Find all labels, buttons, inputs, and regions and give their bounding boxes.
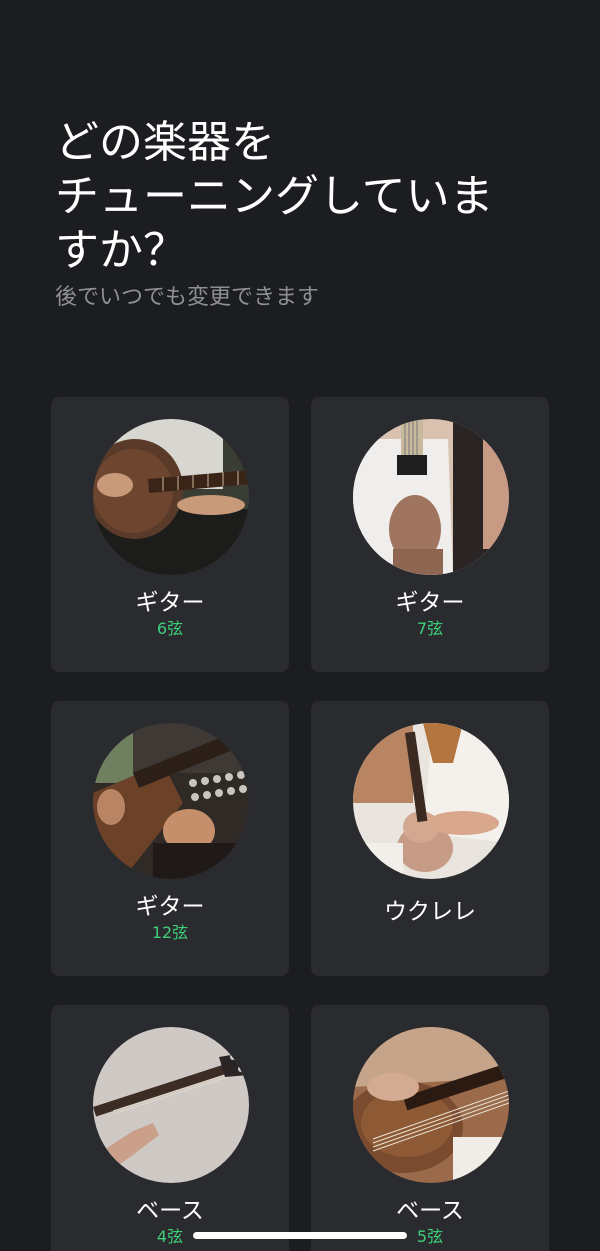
home-indicator[interactable]	[193, 1232, 407, 1239]
instrument-card-guitar-12[interactable]: ギター 12弦	[51, 701, 289, 976]
four-string-bass-photo	[93, 1027, 249, 1183]
instrument-card-bass-4[interactable]: ベース 4弦	[51, 1005, 289, 1251]
instrument-strings: 6弦	[156, 619, 184, 638]
instrument-card-guitar-7[interactable]: ギター 7弦	[311, 397, 549, 672]
instrument-card-bass-5[interactable]: ベース 5弦	[311, 1005, 549, 1251]
acoustic-guitar-photo	[93, 419, 249, 575]
instrument-name: ギター	[135, 894, 205, 920]
instrument-card-ukulele[interactable]: ウクレレ	[311, 701, 549, 976]
instrument-name: ギター	[135, 590, 205, 616]
twelve-string-guitar-photo	[93, 723, 249, 879]
white-electric-guitar-photo	[353, 419, 509, 575]
page-title: どの楽器を チューニングしていま すか？	[55, 116, 555, 278]
instrument-strings: 12弦	[151, 923, 189, 942]
instrument-card-guitar-6[interactable]: ギター 6弦	[51, 397, 289, 672]
page-subtitle: 後でいつでも変更できます	[55, 285, 320, 310]
five-string-bass-photo	[353, 1027, 509, 1183]
title-line-2: チューニングしていま	[55, 171, 494, 222]
instrument-name: ウクレレ	[384, 899, 476, 925]
instrument-select-screen: どの楽器を チューニングしていま すか？ 後でいつでも変更できます ギター 6弦…	[0, 0, 600, 1251]
ukulele-photo	[353, 723, 509, 879]
instrument-name: ベース	[396, 1198, 464, 1224]
instrument-name: ギター	[395, 590, 465, 616]
title-line-1: どの楽器を	[55, 117, 275, 168]
instrument-strings: 7弦	[416, 619, 444, 638]
title-line-3: すか？	[55, 225, 187, 276]
instrument-name: ベース	[136, 1198, 204, 1224]
